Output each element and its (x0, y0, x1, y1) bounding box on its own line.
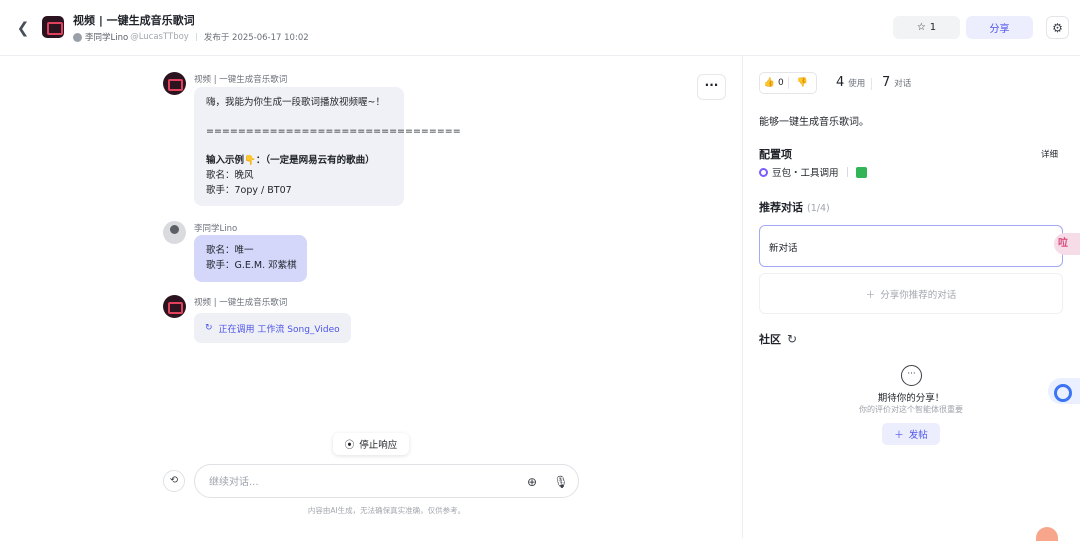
author-handle: @LucasTTboy (130, 32, 189, 42)
uses-count: 4 (836, 75, 845, 90)
doubao-model-icon (759, 167, 768, 177)
star-icon: ☆ (916, 22, 926, 33)
stop-response-button[interactable]: ⦿ 停止响应 (333, 433, 409, 455)
message-text: 歌手：G.E.M. 邓紫棋 (206, 260, 297, 271)
more-options-button[interactable]: ··· (697, 74, 726, 100)
chat-bubble-icon: ··· (901, 365, 922, 386)
uses-label: 使用 (848, 79, 866, 89)
star-count: 1 (929, 22, 937, 33)
plus-icon: ＋ (865, 289, 876, 301)
message-text: 输入示例👇：（一定是网易云有的歌曲） (206, 155, 375, 166)
share-button[interactable]: 分享 (966, 16, 1033, 39)
star-button[interactable]: ☆ 1 (893, 16, 960, 39)
add-icon[interactable]: ⊕ (524, 474, 540, 490)
config-items: 豆包・工具调用 (759, 165, 867, 179)
message-sender: 视频 | 一键生成音乐歌词 (194, 75, 288, 85)
message-text: ================================ (206, 126, 461, 137)
conversations-stat: 7 对话 (882, 75, 911, 90)
thumbs-down-icon: 👎 (796, 78, 808, 88)
bot-avatar (42, 16, 64, 38)
user-avatar (163, 221, 186, 244)
microphone-icon[interactable]: 🎙 (553, 474, 569, 490)
recommended-title: 推荐对话 (759, 201, 803, 214)
divider (195, 33, 197, 41)
divider (871, 78, 872, 90)
plus-icon: ＋ (894, 430, 904, 441)
divider (846, 167, 848, 177)
workflow-text: 正在调用 工作流 Song_Video (218, 324, 340, 335)
conversations-label: 对话 (894, 79, 912, 89)
stop-icon: ⦿ (344, 440, 355, 451)
author-name[interactable]: 李同学Lino (85, 31, 128, 43)
chevron-left-icon[interactable]: ❮ (14, 19, 32, 37)
recommended-count: (1/4) (807, 203, 830, 214)
dislike-button[interactable]: 👎 (789, 73, 817, 93)
like-button[interactable]: 👍 0 (760, 73, 788, 93)
recommended-conversation-item[interactable]: 新对话 (759, 225, 1063, 267)
message-sender: 视频 | 一键生成音乐歌词 (194, 298, 288, 308)
top-bar: ❮ 视频 | 一键生成音乐歌词 李同学Lino @LucasTTboy 发布于 … (0, 0, 1080, 56)
publish-time: 发布于 2025-06-17 10:02 (203, 33, 309, 43)
recommended-section-title: 推荐对话 (1/4) (759, 199, 830, 215)
config-section-title: 配置项 (759, 148, 792, 161)
empty-state-title: 期待你的分享！ (877, 393, 945, 404)
user-message-bubble: 歌名：唯一 歌手：G.E.M. 邓紫棋 (194, 235, 307, 282)
author-line: 李同学Lino @LucasTTboy 发布于 2025-06-17 10:02 (73, 31, 309, 43)
bot-avatar (163, 295, 186, 318)
floating-assistant-tab[interactable]: 㕸 (1054, 233, 1080, 255)
bot-description: 能够一键生成音乐歌词。 (759, 117, 869, 128)
thumbs-up-icon: 👍 (763, 78, 775, 88)
empty-state-subtitle: 你的评价对这个智能体很重要 (859, 405, 963, 414)
post-label: 发帖 (908, 430, 928, 441)
community-title: 社区 (759, 333, 781, 346)
like-count: 0 (777, 78, 784, 88)
workflow-icon[interactable] (855, 166, 867, 178)
loading-icon: ↻ (205, 323, 213, 333)
detail-link[interactable]: 详细 (1041, 148, 1058, 160)
message-text: 歌手：7opy / BT07 (206, 185, 292, 196)
author-avatar (73, 32, 82, 42)
gear-icon: ⚙ (1052, 20, 1063, 35)
clear-context-button[interactable]: ⟲ (163, 470, 185, 492)
message-text: 歌名：唯一 (206, 245, 254, 256)
share-recommendation-button[interactable]: ＋ 分享你推荐的对话 (759, 273, 1063, 314)
broom-icon: ⟲ (169, 475, 179, 486)
model-label[interactable]: 豆包・工具调用 (772, 165, 839, 179)
conversations-count: 7 (882, 75, 891, 90)
chat-input[interactable] (209, 473, 509, 491)
workflow-status: ↻ 正在调用 工作流 Song_Video (194, 313, 351, 343)
message-text: 歌名：晚风 (206, 170, 254, 181)
like-dislike-group: 👍 0 👎 (759, 72, 817, 94)
community-section-title: 社区 ↻ (759, 331, 797, 347)
share-recommendation-label: 分享你推荐的对话 (880, 289, 957, 301)
post-button[interactable]: ＋ 发帖 (882, 423, 940, 445)
bot-title: 视频 | 一键生成音乐歌词 (73, 14, 195, 27)
ai-disclaimer: 内容由AI生成，无法确保真实准确，仅供参考。 (307, 506, 466, 515)
bot-message-bubble: 嗨，我能为你生成一段歌词播放视频喔~！ ====================… (194, 87, 461, 206)
floating-link-icon[interactable] (1048, 378, 1080, 404)
chat-input-box: ⊕ 🎙 (194, 464, 579, 498)
settings-button[interactable]: ⚙ (1046, 16, 1069, 39)
bot-avatar (163, 72, 186, 95)
message-text: 嗨，我能为你生成一段歌词播放视频喔~！ (206, 97, 385, 108)
uses-stat: 4 使用 (836, 75, 865, 90)
stop-label: 停止响应 (359, 440, 398, 451)
message-sender: 李同学Lino (194, 224, 238, 234)
refresh-icon[interactable]: ↻ (787, 332, 797, 346)
